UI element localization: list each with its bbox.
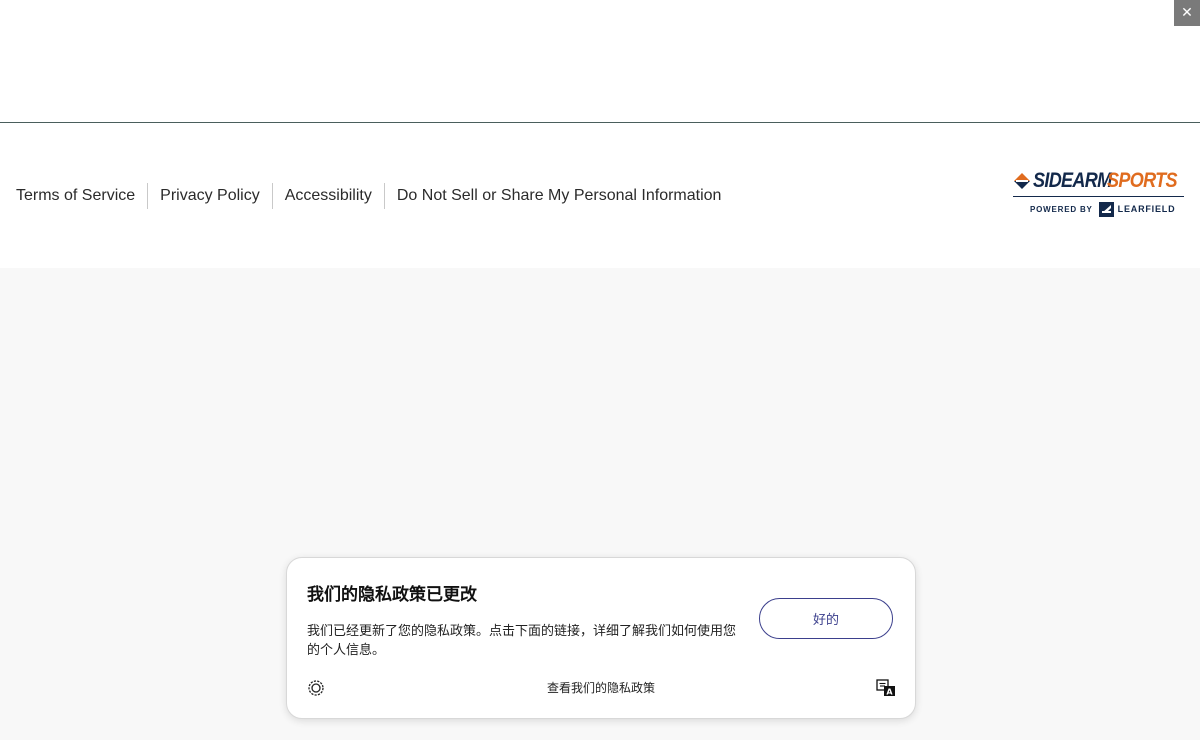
- svg-text:A: A: [886, 688, 893, 697]
- close-button[interactable]: ✕: [1174, 0, 1200, 26]
- ok-button[interactable]: 好的: [759, 598, 893, 639]
- logo-wordmark: SIDEARM SPORTS: [1013, 168, 1188, 194]
- terms-of-service-link[interactable]: Terms of Service: [16, 183, 147, 209]
- logo-powered-by: POWERED BY LEARFIELD: [1030, 201, 1175, 217]
- view-privacy-policy-label[interactable]: 查看我们的隐私政策: [547, 681, 655, 695]
- dialog-body: 我们已经更新了您的隐私政策。点击下面的链接，详细了解我们如何使用您的个人信息。: [307, 624, 737, 658]
- do-not-sell-link[interactable]: Do Not Sell or Share My Personal Informa…: [383, 183, 734, 209]
- view-privacy-policy-link[interactable]: 查看我们的隐私政策: [287, 679, 915, 697]
- close-icon: ✕: [1181, 5, 1193, 21]
- accessibility-link[interactable]: Accessibility: [271, 183, 384, 209]
- translate-icon[interactable]: A: [876, 679, 896, 697]
- sidearm-diamond-icon: [1014, 173, 1030, 189]
- sidearm-sports-logo[interactable]: SIDEARM SPORTS POWERED BY LEARFIELD: [1013, 168, 1185, 220]
- top-region: ✕: [0, 0, 1200, 123]
- privacy-policy-link[interactable]: Privacy Policy: [147, 183, 272, 209]
- powered-by-text: POWERED BY: [1030, 204, 1093, 214]
- learfield-text: LEARFIELD: [1117, 204, 1176, 214]
- logo-word-sidearm: SIDEARM: [1033, 169, 1112, 192]
- logo-word-sports: SPORTS: [1107, 169, 1178, 192]
- site-footer: Terms of Service Privacy Policy Accessib…: [0, 123, 1200, 268]
- logo-divider: [1013, 196, 1184, 197]
- privacy-policy-dialog: 我们的隐私政策已更改 我们已经更新了您的隐私政策。点击下面的链接，详细了解我们如…: [286, 557, 916, 719]
- footer-links: Terms of Service Privacy Policy Accessib…: [16, 183, 733, 209]
- learfield-mark-icon: [1098, 201, 1114, 217]
- dialog-title: 我们的隐私政策已更改: [307, 585, 477, 605]
